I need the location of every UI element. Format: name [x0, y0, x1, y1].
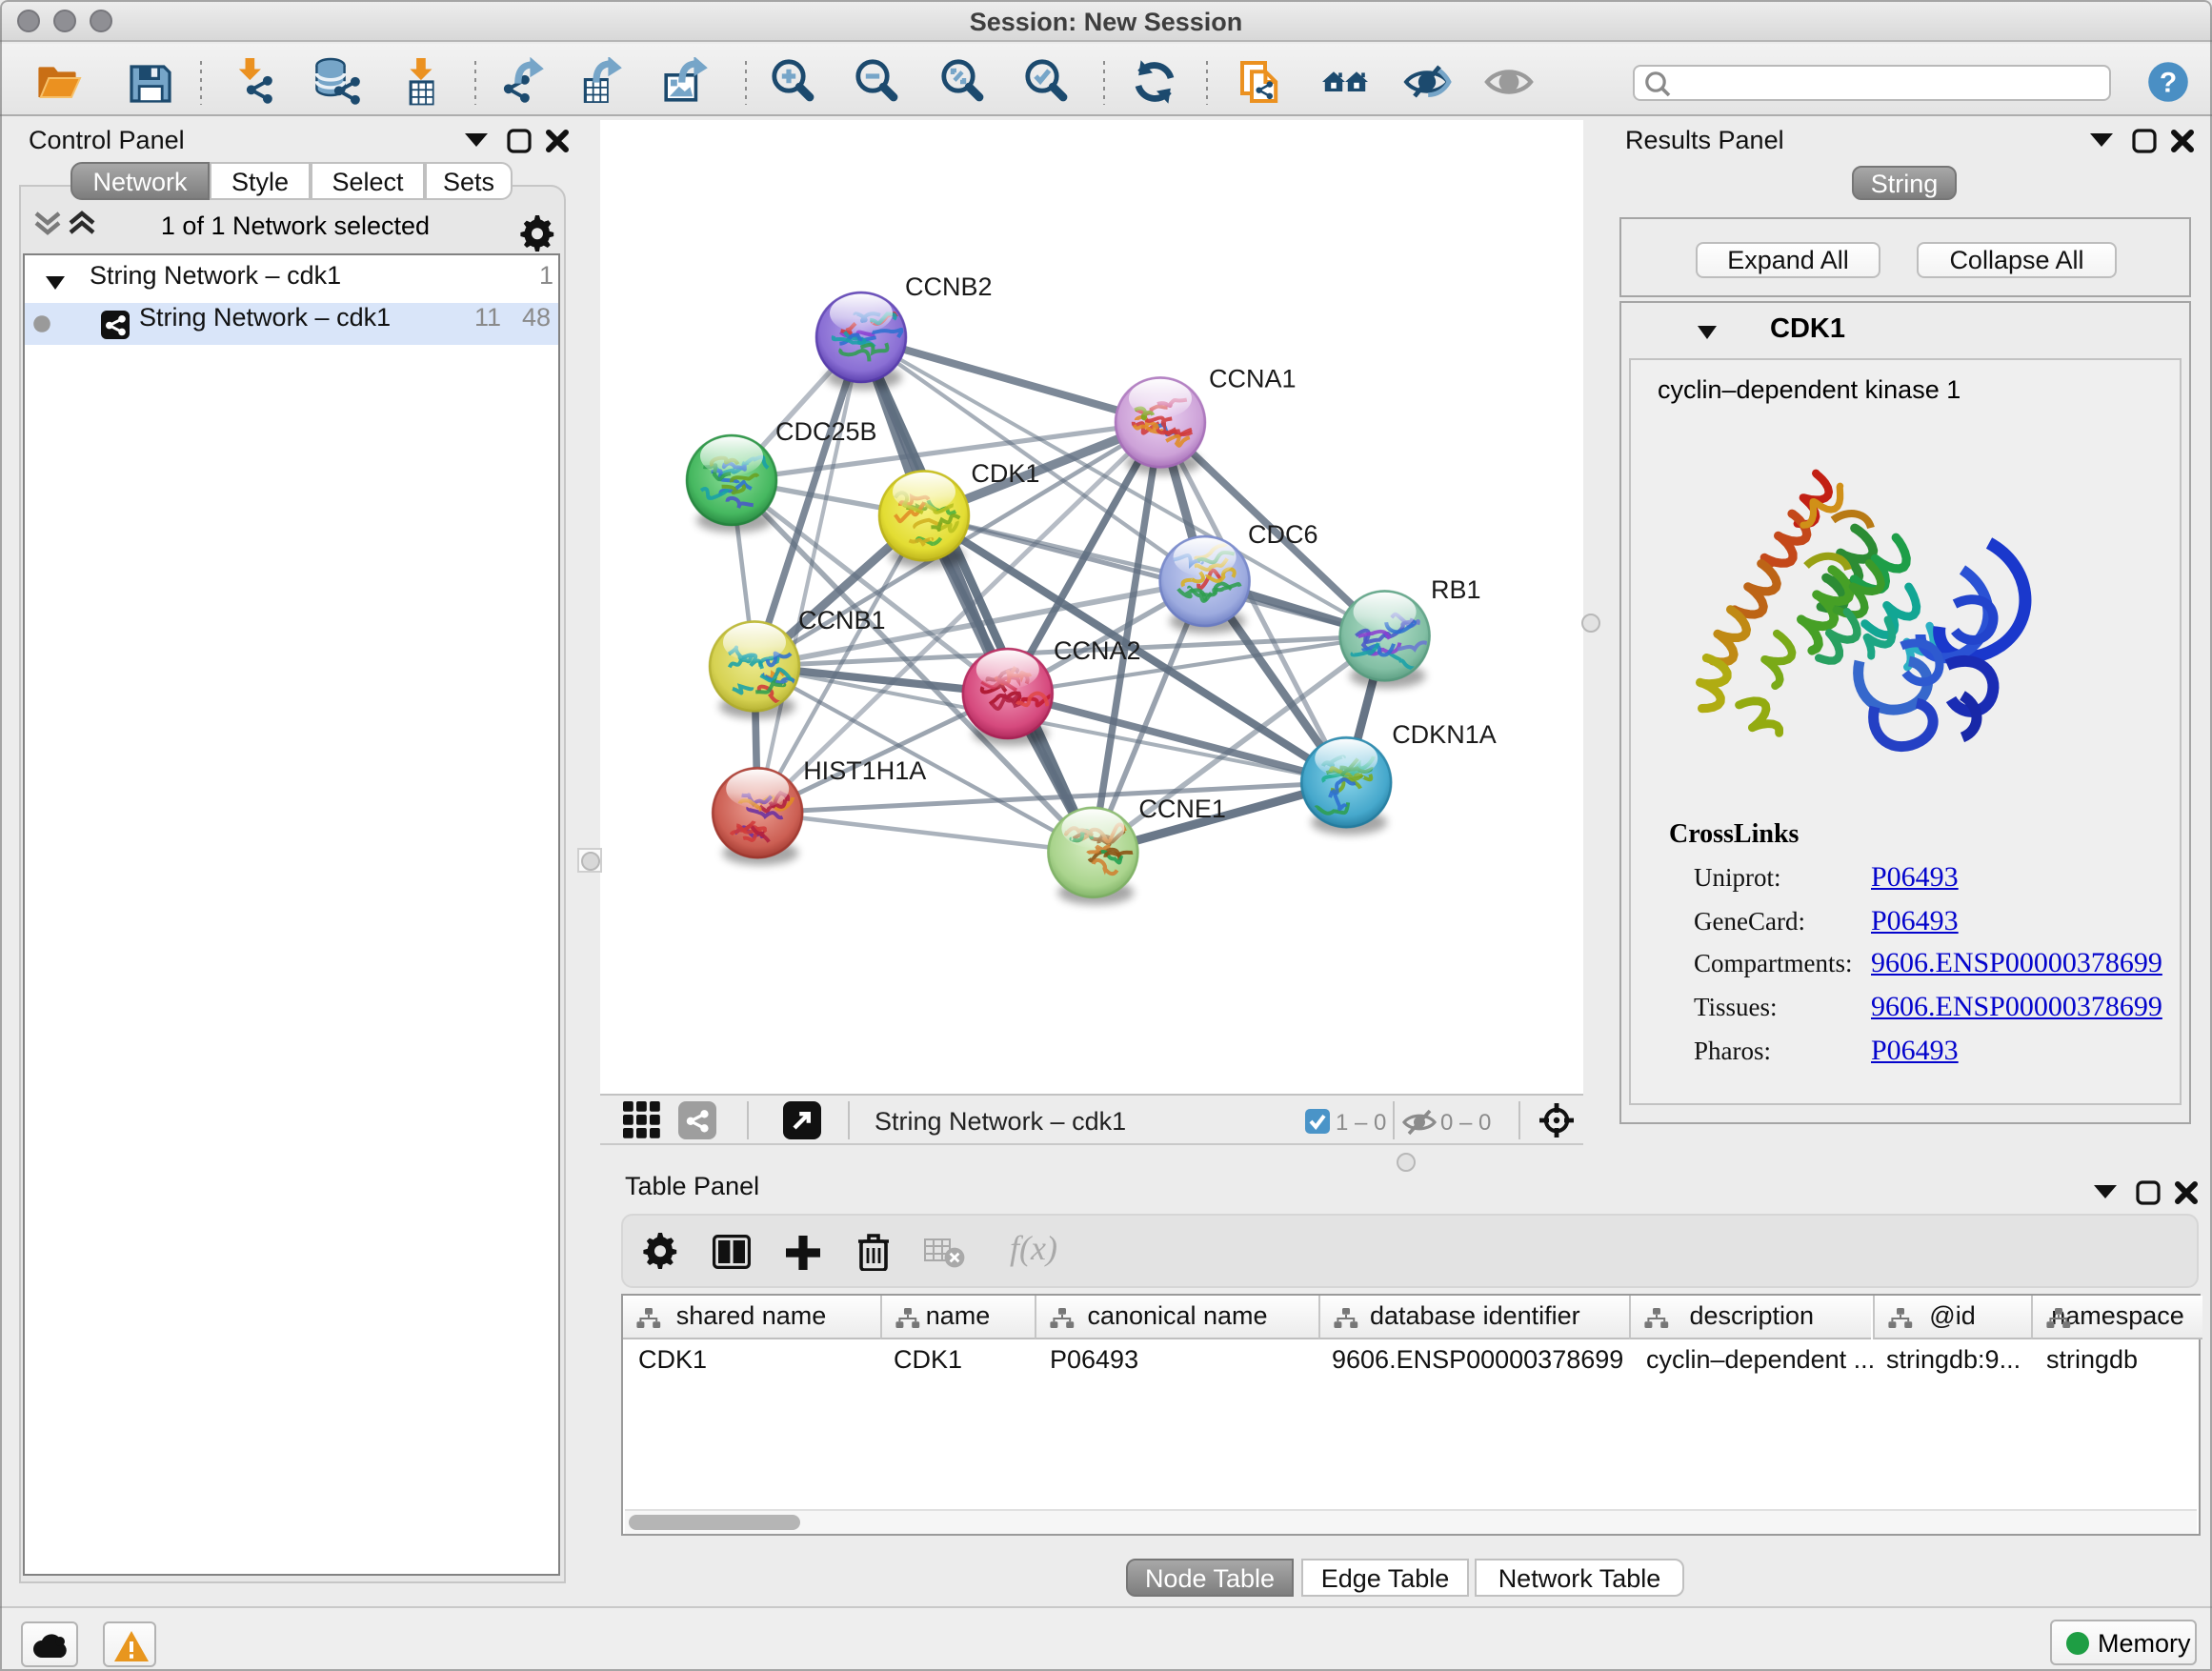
svg-text:?: ?: [2160, 67, 2177, 98]
svg-text:CCNA2: CCNA2: [1054, 636, 1141, 665]
svg-text:CDK1: CDK1: [971, 459, 1039, 488]
svg-text:CCNA1: CCNA1: [1209, 365, 1297, 393]
svg-text:CCNB2: CCNB2: [905, 272, 993, 301]
svg-text:RB1: RB1: [1431, 575, 1481, 604]
svg-text:HIST1H1A: HIST1H1A: [803, 756, 926, 785]
svg-text:CDKN1A: CDKN1A: [1392, 720, 1497, 749]
svg-text:CCNE1: CCNE1: [1138, 795, 1226, 823]
svg-text:CCNB1: CCNB1: [798, 606, 886, 634]
svg-text:CDC25B: CDC25B: [775, 417, 877, 446]
svg-text:CDC6: CDC6: [1248, 520, 1318, 549]
